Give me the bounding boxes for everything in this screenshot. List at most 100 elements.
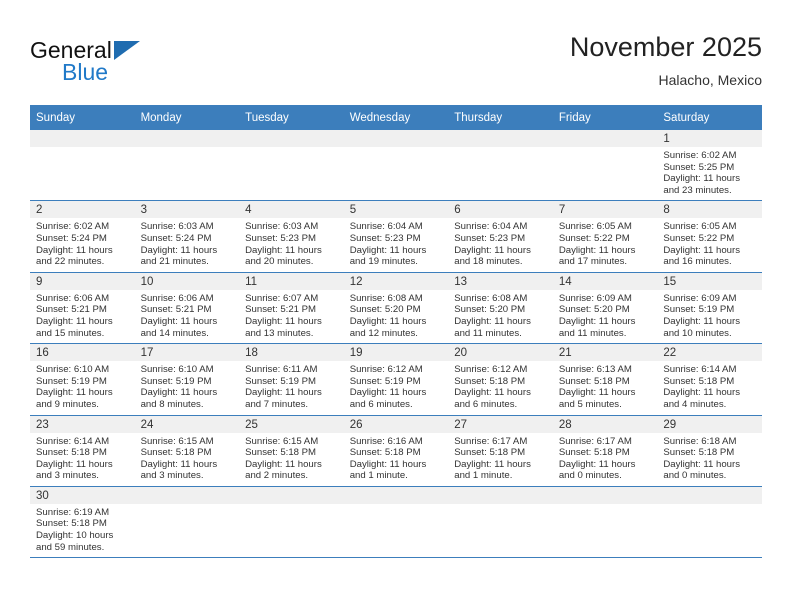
calendar-day-cell[interactable]: 20 Sunrise: 6:12 AM Sunset: 5:18 PM Dayligh… [448, 343, 553, 416]
calendar-day-cell[interactable]: 21 Sunrise: 6:13 AM Sunset: 5:18 PM Dayligh… [552, 343, 658, 416]
daylight-text-cont: and 13 minutes. [245, 327, 314, 339]
daylight-text: Daylight: 11 hours [663, 244, 740, 256]
calendar-page: General Blue November 2025 Halacho, Mexi… [0, 0, 792, 612]
day-details: Sunrise: 6:12 AM Sunset: 5:18 PM Daylight:… [448, 361, 553, 414]
daylight-text: Daylight: 11 hours [349, 387, 427, 399]
calendar-body: 1 Sunrise: 6:02 AM Sunset: 5:25 PM Daylight… [30, 130, 762, 559]
day-details: Sunrise: 6:15 AM Sunset: 5:18 PM Daylight:… [135, 433, 240, 486]
day-number: 6 [448, 201, 553, 219]
daylight-text-cont: and 5 minutes. [558, 398, 622, 410]
day-number [30, 130, 135, 147]
calendar-day-cell[interactable]: 4 Sunrise: 6:03 AM Sunset: 5:23 PM Daylight… [239, 200, 344, 273]
sunset-text: Sunset: 5:21 PM [245, 304, 317, 316]
calendar-day-cell[interactable]: 1 Sunrise: 6:02 AM Sunset: 5:25 PM Daylight… [657, 130, 762, 202]
daylight-text-cont: and 16 minutes. [663, 256, 732, 268]
daylight-text: Daylight: 10 hours [36, 530, 114, 542]
day-number: 19 [343, 344, 449, 362]
weekday-header-thursday: Thursday [448, 105, 553, 130]
day-number: 27 [448, 415, 553, 433]
sunrise-text: Sunrise: 6:14 AM [36, 435, 110, 447]
calendar-day-cell[interactable]: 3 Sunrise: 6:03 AM Sunset: 5:24 PM Daylight… [134, 200, 240, 273]
calendar-day-cell[interactable]: 8 Sunrise: 6:05 AM Sunset: 5:22 PM Daylight… [657, 200, 762, 273]
calendar-day-cell[interactable]: 19 Sunrise: 6:12 AM Sunset: 5:19 PM Dayligh… [343, 343, 449, 416]
calendar-day-cell[interactable]: 6 Sunrise: 6:04 AM Sunset: 5:23 PM Daylight… [448, 200, 553, 273]
calendar-day-cell[interactable]: 7 Sunrise: 6:05 AM Sunset: 5:22 PM Daylight… [552, 200, 658, 273]
calendar-day-cell[interactable]: 10 Sunrise: 6:06 AM Sunset: 5:21 PM Dayligh… [134, 272, 240, 345]
daylight-text-cont: and 11 minutes. [454, 327, 522, 339]
calendar-day-cell[interactable]: 5 Sunrise: 6:04 AM Sunset: 5:23 PM Daylight… [343, 200, 449, 273]
calendar-day-cell[interactable]: 24 Sunrise: 6:15 AM Sunset: 5:18 PM Dayligh… [134, 415, 240, 487]
calendar-day-cell[interactable]: 25 Sunrise: 6:15 AM Sunset: 5:18 PM Dayligh… [239, 415, 344, 487]
day-details: Sunrise: 6:10 AM Sunset: 5:19 PM Daylight:… [135, 361, 240, 414]
daylight-text-cont: and 8 minutes. [140, 398, 204, 410]
calendar-day-cell[interactable]: 30 Sunrise: 6:19 AM Sunset: 5:18 PM Dayligh… [30, 486, 135, 559]
daylight-text: Daylight: 11 hours [558, 387, 636, 399]
calendar-cell-empty [134, 130, 240, 202]
day-number: 28 [552, 415, 658, 433]
day-number: 15 [657, 272, 762, 290]
daylight-text: Daylight: 11 hours [36, 244, 113, 256]
daylight-text: Daylight: 11 hours [454, 387, 531, 399]
day-details: Sunrise: 6:11 AM Sunset: 5:19 PM Daylight:… [239, 361, 344, 414]
calendar-day-cell[interactable]: 28 Sunrise: 6:17 AM Sunset: 5:18 PM Dayligh… [552, 415, 658, 487]
sunset-text: Sunset: 5:18 PM [558, 447, 630, 459]
calendar-day-cell[interactable]: 11 Sunrise: 6:07 AM Sunset: 5:21 PM Dayligh… [239, 272, 344, 345]
sunset-text: Sunset: 5:23 PM [454, 232, 526, 244]
calendar-cell-empty [657, 486, 762, 559]
sunrise-text: Sunrise: 6:10 AM [36, 364, 110, 376]
sunrise-text: Sunrise: 6:16 AM [349, 435, 423, 447]
day-details: Sunrise: 6:03 AM Sunset: 5:23 PM Daylight:… [239, 218, 344, 271]
day-number: 22 [657, 344, 762, 362]
calendar-day-cell[interactable]: 23 Sunrise: 6:14 AM Sunset: 5:18 PM Dayligh… [30, 415, 135, 487]
page-header: General Blue November 2025 Halacho, Mexi… [30, 30, 762, 98]
day-details: Sunrise: 6:04 AM Sunset: 5:23 PM Daylight:… [344, 218, 449, 271]
calendar-day-cell[interactable]: 26 Sunrise: 6:16 AM Sunset: 5:18 PM Dayligh… [343, 415, 449, 487]
calendar-day-cell[interactable]: 27 Sunrise: 6:17 AM Sunset: 5:18 PM Dayligh… [448, 415, 553, 487]
calendar-day-cell[interactable]: 9 Sunrise: 6:06 AM Sunset: 5:21 PM Daylight… [30, 272, 135, 345]
calendar-day-cell[interactable]: 15 Sunrise: 6:09 AM Sunset: 5:19 PM Dayligh… [657, 272, 762, 345]
daylight-text-cont: and 0 minutes. [558, 470, 622, 482]
sunrise-text: Sunrise: 6:13 AM [558, 364, 632, 376]
calendar-day-cell[interactable]: 13 Sunrise: 6:08 AM Sunset: 5:20 PM Dayligh… [448, 272, 553, 345]
day-number: 30 [30, 486, 135, 504]
daylight-text: Daylight: 11 hours [663, 173, 740, 185]
calendar-day-cell[interactable]: 22 Sunrise: 6:14 AM Sunset: 5:18 PM Dayligh… [657, 343, 762, 416]
calendar-day-cell[interactable]: 14 Sunrise: 6:09 AM Sunset: 5:20 PM Dayligh… [552, 272, 658, 345]
sunset-text: Sunset: 5:22 PM [558, 232, 630, 244]
sunset-text: Sunset: 5:22 PM [663, 232, 735, 244]
day-number: 2 [30, 201, 135, 219]
weekday-header-monday: Monday [134, 105, 240, 130]
daylight-text: Daylight: 11 hours [454, 458, 531, 470]
day-number: 24 [134, 415, 240, 433]
day-details: Sunrise: 6:15 AM Sunset: 5:18 PM Daylight:… [239, 433, 344, 486]
daylight-text-cont: and 9 minutes. [36, 398, 99, 410]
day-details: Sunrise: 6:13 AM Sunset: 5:18 PM Daylight:… [553, 361, 658, 414]
calendar-day-cell[interactable]: 18 Sunrise: 6:11 AM Sunset: 5:19 PM Dayligh… [239, 343, 344, 416]
day-number: 21 [552, 344, 658, 362]
day-number [448, 130, 553, 147]
calendar-header-row: Sunday Monday Tuesday Wednesday Thursday Frid… [30, 105, 762, 130]
calendar-cell-empty [552, 130, 658, 202]
generalblue-logo[interactable]: General Blue [30, 38, 230, 94]
sunset-text: Sunset: 5:20 PM [349, 304, 421, 316]
daylight-text: Daylight: 11 hours [349, 244, 427, 256]
day-number: 1 [657, 130, 762, 147]
calendar-day-cell[interactable]: 29 Sunrise: 6:18 AM Sunset: 5:18 PM Dayligh… [657, 415, 762, 487]
calendar-cell-empty [343, 130, 449, 202]
daylight-text: Daylight: 11 hours [663, 458, 740, 470]
sunset-text: Sunset: 5:18 PM [349, 447, 421, 459]
sunrise-text: Sunrise: 6:05 AM [663, 221, 737, 233]
calendar-day-cell[interactable]: 2 Sunrise: 6:02 AM Sunset: 5:24 PM Daylight… [30, 200, 135, 273]
day-number: 16 [30, 344, 135, 362]
calendar-cell-empty [30, 130, 135, 202]
sunrise-text: Sunrise: 6:05 AM [558, 221, 632, 233]
sunrise-text: Sunrise: 6:08 AM [454, 292, 528, 304]
sunset-text: Sunset: 5:18 PM [558, 375, 630, 387]
calendar-day-cell[interactable]: 17 Sunrise: 6:10 AM Sunset: 5:19 PM Dayligh… [134, 343, 240, 416]
day-number: 18 [239, 344, 344, 362]
daylight-text: Daylight: 11 hours [558, 244, 636, 256]
calendar-day-cell[interactable]: 16 Sunrise: 6:10 AM Sunset: 5:19 PM Dayligh… [30, 343, 135, 416]
day-details: Sunrise: 6:12 AM Sunset: 5:19 PM Daylight:… [344, 361, 449, 414]
day-number [134, 130, 240, 147]
calendar-day-cell[interactable]: 12 Sunrise: 6:08 AM Sunset: 5:20 PM Dayligh… [343, 272, 449, 345]
